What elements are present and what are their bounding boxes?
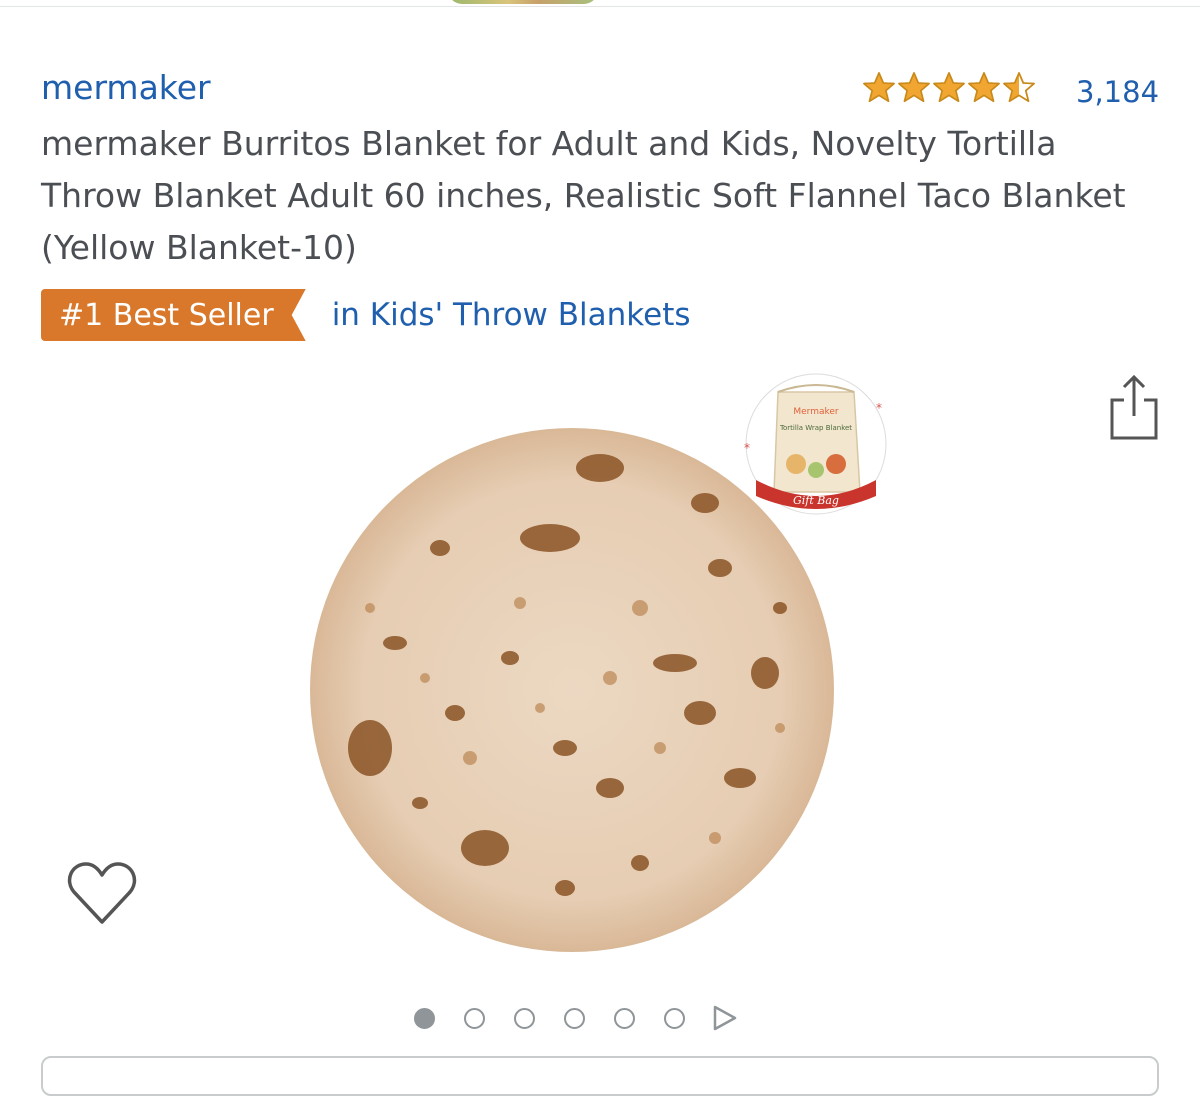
stars (862, 71, 1036, 105)
review-count-link[interactable]: 3,184 (1076, 74, 1159, 110)
previous-image-peek (448, 0, 598, 4)
star-icon (1003, 72, 1035, 102)
brand-link[interactable]: mermaker (41, 68, 211, 108)
carousel-dot[interactable] (664, 1007, 685, 1029)
image-carousel-dots[interactable] (414, 1003, 738, 1033)
star-rating[interactable] (862, 70, 1036, 106)
gift-bag-label: Gift Bag (793, 494, 839, 507)
star-icon (933, 72, 965, 102)
carousel-dot[interactable] (414, 1007, 435, 1029)
carousel-dot[interactable] (464, 1007, 485, 1029)
svg-text:Mermaker: Mermaker (793, 407, 839, 417)
add-to-wishlist-button[interactable] (66, 858, 138, 928)
star-icon (863, 72, 895, 102)
play-triangle-icon[interactable] (712, 1004, 738, 1032)
heart-outline-icon (67, 862, 137, 924)
carousel-dot[interactable] (514, 1007, 535, 1029)
next-section-card (41, 1056, 1159, 1096)
best-seller-badge: #1 Best Seller (41, 289, 306, 341)
carousel-dot[interactable] (614, 1007, 635, 1029)
carousel-dot[interactable] (564, 1007, 585, 1029)
star-icon (968, 72, 1000, 102)
best-seller-row: #1 Best Seller in Kids' Throw Blankets (41, 289, 691, 341)
svg-text:Tortilla Wrap Blanket: Tortilla Wrap Blanket (779, 424, 852, 432)
best-seller-category-link[interactable]: in Kids' Throw Blankets (332, 297, 691, 333)
star-icon (898, 72, 930, 102)
top-thumbnail-strip (0, 0, 1200, 7)
share-icon (1110, 374, 1158, 440)
product-title: mermaker Burritos Blanket for Adult and … (41, 124, 1126, 267)
share-button[interactable] (1108, 372, 1160, 442)
svg-text:*: * (744, 441, 750, 455)
gift-bag-inset-image: Mermaker Tortilla Wrap Blanket Gift Bag … (734, 372, 894, 532)
svg-text:*: * (876, 401, 882, 415)
